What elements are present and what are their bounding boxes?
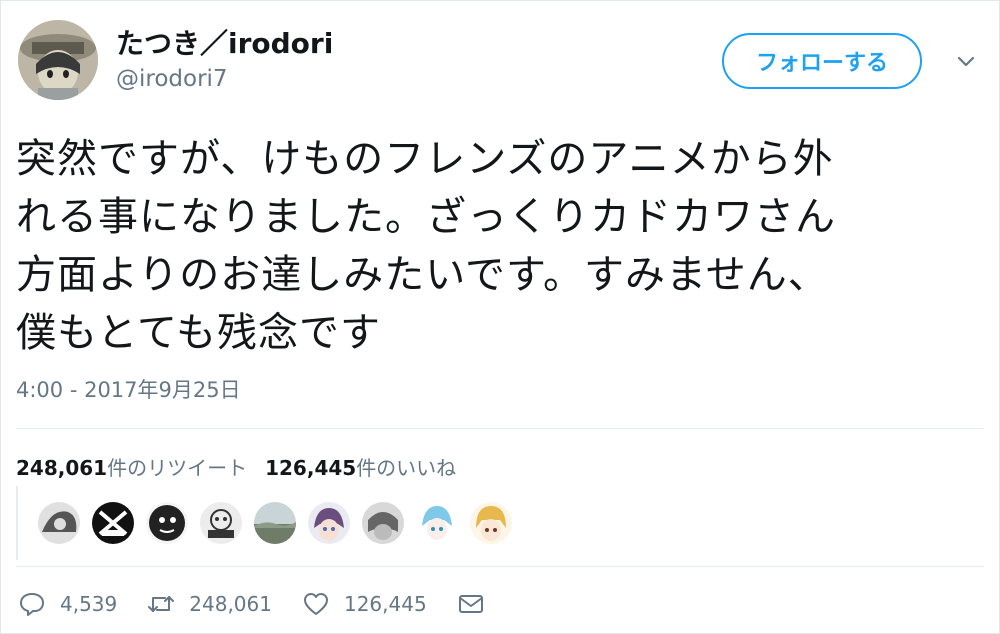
reply-count: 4,539 (60, 592, 118, 616)
avatar[interactable] (18, 20, 98, 100)
liker-avatar[interactable] (90, 500, 136, 546)
likes-count: 126,445 (265, 456, 357, 480)
retweet-icon (148, 596, 175, 612)
like-action[interactable]: 126,445 (302, 590, 427, 618)
liker-avatar[interactable] (198, 500, 244, 546)
message-action[interactable] (457, 590, 485, 618)
reply-action[interactable]: 4,539 (18, 590, 117, 618)
tweet-text-line: 僕もとても残念です (16, 310, 381, 356)
liker-avatar[interactable] (144, 500, 190, 546)
tweet-timestamp[interactable]: 4:00 - 2017年9月25日 (16, 374, 241, 404)
divider (16, 428, 984, 429)
liker-avatar[interactable] (468, 500, 514, 546)
display-name[interactable]: たつき／irodori (116, 22, 333, 62)
chevron-down-icon[interactable] (955, 50, 977, 72)
reply-icon (20, 593, 44, 616)
liker-avatar[interactable] (414, 500, 460, 546)
tweet-stats: 248,061件のリツイート 126,445件のいいね (16, 452, 456, 481)
tweet-text-line: 方面よりのお達しみたいです。すみません、 (16, 252, 829, 298)
liker-avatar[interactable] (252, 500, 298, 546)
follow-button[interactable]: フォローする (722, 33, 922, 89)
heart-icon (303, 593, 328, 615)
retweets-stat[interactable]: 248,061件のリツイート (16, 456, 247, 480)
likers-list (36, 500, 514, 546)
likes-stat[interactable]: 126,445件のいいね (265, 456, 456, 480)
like-count: 126,445 (343, 592, 427, 616)
likes-label: 件のいいね (356, 456, 457, 480)
tweet-text: 突然ですが、けものフレンズのアニメから外 れる事になりました。ざっくりカドカワさ… (16, 130, 986, 362)
envelope-icon (458, 595, 483, 613)
liker-avatar[interactable] (360, 500, 406, 546)
liker-avatar[interactable] (36, 500, 82, 546)
user-handle[interactable]: @irodori7 (116, 66, 228, 92)
liker-avatar[interactable] (306, 500, 352, 546)
tweet-actions: 4,539 248,061 126,445 (18, 586, 515, 622)
tweet-text-line: れる事になりました。ざっくりカドカワさん (16, 194, 836, 240)
retweet-count: 248,061 (189, 592, 272, 616)
retweets-label: 件のリツイート (107, 456, 248, 480)
likers-border (16, 486, 18, 560)
retweets-count: 248,061 (16, 456, 108, 480)
avatar-image (18, 20, 98, 100)
tweet-text-line: 突然ですが、けものフレンズのアニメから外 (16, 136, 834, 182)
retweet-action[interactable]: 248,061 (147, 590, 272, 618)
divider (16, 566, 984, 567)
